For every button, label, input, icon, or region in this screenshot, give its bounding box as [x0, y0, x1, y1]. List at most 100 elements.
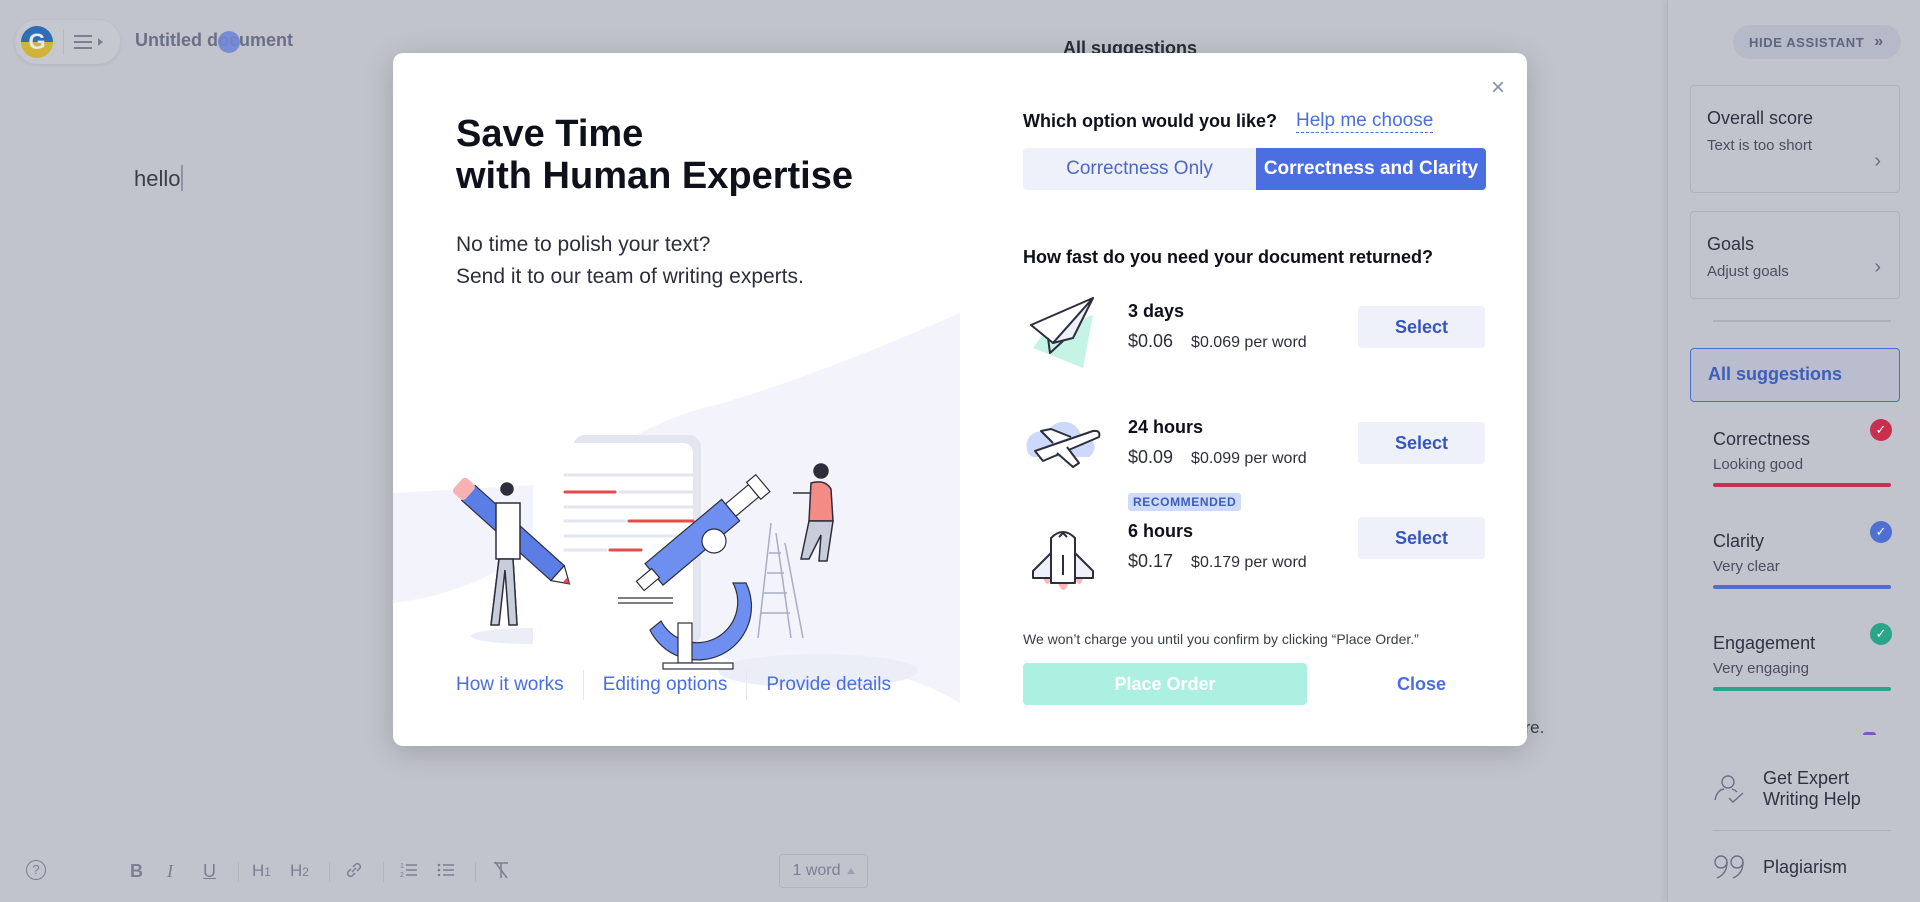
heading2-icon[interactable]: H2: [290, 860, 309, 883]
charge-disclaimer: We won’t charge you until you confirm by…: [1023, 631, 1419, 647]
expert-help-button[interactable]: Get Expert Writing Help: [1713, 768, 1893, 810]
category-bar: [1713, 483, 1891, 487]
word-count-label: 1 word: [792, 862, 841, 879]
word-count-button[interactable]: 1 word: [779, 854, 868, 888]
overall-score-title: Overall score: [1707, 108, 1814, 128]
how-it-works-link[interactable]: How it works: [456, 670, 583, 700]
select-6-hours-button[interactable]: Select: [1358, 517, 1485, 559]
app-menu-pill[interactable]: G: [15, 20, 120, 64]
all-suggestions-tab[interactable]: All suggestions: [1690, 348, 1900, 402]
modal-left-column: Save Time with Human Expertise No time t…: [393, 53, 960, 746]
goals-subtitle: Adjust goals: [1707, 263, 1789, 280]
divider: [1713, 320, 1891, 322]
ordered-list-icon[interactable]: 12: [399, 860, 419, 885]
category-status: Looking good: [1713, 456, 1804, 473]
price-per-word: $0.099 per word: [1191, 450, 1307, 467]
speed-question: How fast do you need your document retur…: [1023, 247, 1434, 267]
heading1-icon[interactable]: H1: [252, 860, 271, 883]
price-total: $0.09: [1128, 447, 1174, 467]
goals-title: Goals: [1707, 234, 1755, 254]
close-icon[interactable]: ×: [1483, 73, 1513, 103]
paper-plane-icon: [1030, 297, 1094, 368]
select-3-days-button[interactable]: Select: [1358, 306, 1485, 348]
provide-details-link[interactable]: Provide details: [747, 670, 910, 700]
hamburger-menu-icon[interactable]: [74, 32, 104, 52]
pointer-indicator: [218, 31, 240, 53]
price-total: $0.06: [1128, 331, 1174, 351]
modal-title-line2: with Human Expertise: [456, 155, 853, 197]
double-chevron-right-icon: »: [1874, 33, 1883, 50]
category-clarity[interactable]: Clarity Very clear ✓: [1713, 521, 1892, 589]
price-per-word: $0.069 per word: [1191, 334, 1307, 351]
italic-icon[interactable]: I: [167, 860, 173, 882]
category-name: Engagement: [1713, 633, 1816, 653]
category-status: Very clear: [1713, 558, 1780, 575]
document-title[interactable]: Untitled document: [135, 30, 293, 51]
speed-price: $0.17 $0.179 per word: [1128, 551, 1307, 572]
logo-letter: G: [28, 29, 46, 54]
person-with-pencil: [490, 482, 521, 626]
toolbar-divider: [329, 862, 330, 882]
correctness-only-option[interactable]: Correctness Only: [1023, 148, 1256, 190]
bulleted-list-icon[interactable]: [436, 860, 456, 885]
rocket-icon: [1032, 531, 1094, 590]
chevron-right-icon: ›: [1874, 150, 1881, 172]
category-name: Clarity: [1713, 531, 1765, 551]
modal-title-line1: Save Time: [456, 113, 644, 155]
price-per-word: $0.179 per word: [1191, 554, 1307, 571]
speed-duration: 6 hours: [1128, 521, 1194, 541]
bold-icon[interactable]: B: [130, 860, 143, 882]
select-24-hours-button[interactable]: Select: [1358, 422, 1485, 464]
toolbar-divider: [383, 862, 384, 882]
clear-formatting-icon[interactable]: [491, 860, 511, 885]
divider: [63, 29, 64, 55]
modal-right-column: Which option would you like? Help me cho…: [1023, 53, 1486, 746]
speed-duration: 3 days: [1128, 301, 1185, 321]
plagiarism-label: Plagiarism: [1763, 856, 1848, 877]
speed-price: $0.09 $0.099 per word: [1128, 447, 1307, 468]
hide-assistant-label: HIDE ASSISTANT: [1749, 34, 1865, 50]
check-icon: ✓: [1870, 521, 1892, 543]
underline-icon[interactable]: U: [203, 860, 216, 882]
person-check-icon: [1714, 775, 1744, 803]
price-total: $0.17: [1128, 551, 1174, 571]
category-bar: [1713, 687, 1891, 691]
toolbar-divider: [238, 862, 239, 882]
divider: [1713, 830, 1891, 831]
grammarly-logo-icon[interactable]: G: [21, 26, 53, 58]
quote-icon: [1714, 855, 1744, 879]
category-engagement[interactable]: Engagement Very engaging ✓: [1713, 623, 1892, 691]
close-button[interactable]: Close: [1358, 663, 1485, 705]
overall-score-card[interactable]: Overall score Text is too short ›: [1690, 85, 1900, 193]
category-bar: [1713, 585, 1891, 589]
correctness-and-clarity-option[interactable]: Correctness and Clarity: [1256, 148, 1486, 190]
formatting-toolbar: ? B I U H1 H2 12: [0, 850, 900, 892]
help-me-choose-link[interactable]: Help me choose: [1296, 110, 1434, 133]
editing-options-link[interactable]: Editing options: [584, 670, 747, 700]
category-check-icon-peek: [1863, 732, 1876, 735]
speed-option-24-hours: 24 hours $0.09 $0.099 per word Select: [1023, 409, 1486, 499]
help-icon[interactable]: ?: [26, 860, 46, 880]
category-status: Very engaging: [1713, 660, 1809, 677]
service-type-toggle: Correctness Only Correctness and Clarity: [1023, 148, 1486, 190]
check-icon: ✓: [1870, 419, 1892, 441]
option-question: Which option would you like?: [1023, 111, 1277, 131]
svg-text:2: 2: [400, 872, 404, 879]
place-order-button[interactable]: Place Order: [1023, 663, 1307, 705]
recommended-badge: RECOMMENDED: [1128, 493, 1242, 511]
link-icon[interactable]: [344, 860, 364, 885]
goals-card[interactable]: Goals Adjust goals ›: [1690, 211, 1900, 299]
document-body[interactable]: hello: [134, 165, 184, 192]
hide-assistant-button[interactable]: HIDE ASSISTANT »: [1733, 25, 1901, 59]
plagiarism-button[interactable]: Plagiarism: [1713, 854, 1847, 880]
speed-option-3-days: 3 days $0.06 $0.069 per word Select: [1023, 293, 1486, 383]
svg-text:1: 1: [400, 863, 404, 870]
speed-price: $0.06 $0.069 per word: [1128, 331, 1307, 352]
category-correctness[interactable]: Correctness Looking good ✓: [1713, 419, 1892, 487]
expert-writing-modal: Save Time with Human Expertise No time t…: [393, 53, 1527, 746]
check-icon: ✓: [1870, 623, 1892, 645]
overall-score-subtitle: Text is too short: [1707, 137, 1813, 154]
modal-title: Save Time with Human Expertise: [456, 113, 853, 197]
assistant-panel: HIDE ASSISTANT » Overall score Text is t…: [1667, 0, 1920, 902]
speed-option-6-hours: RECOMMENDED 6 hours $0.17 $0.179 per word…: [1023, 493, 1486, 613]
